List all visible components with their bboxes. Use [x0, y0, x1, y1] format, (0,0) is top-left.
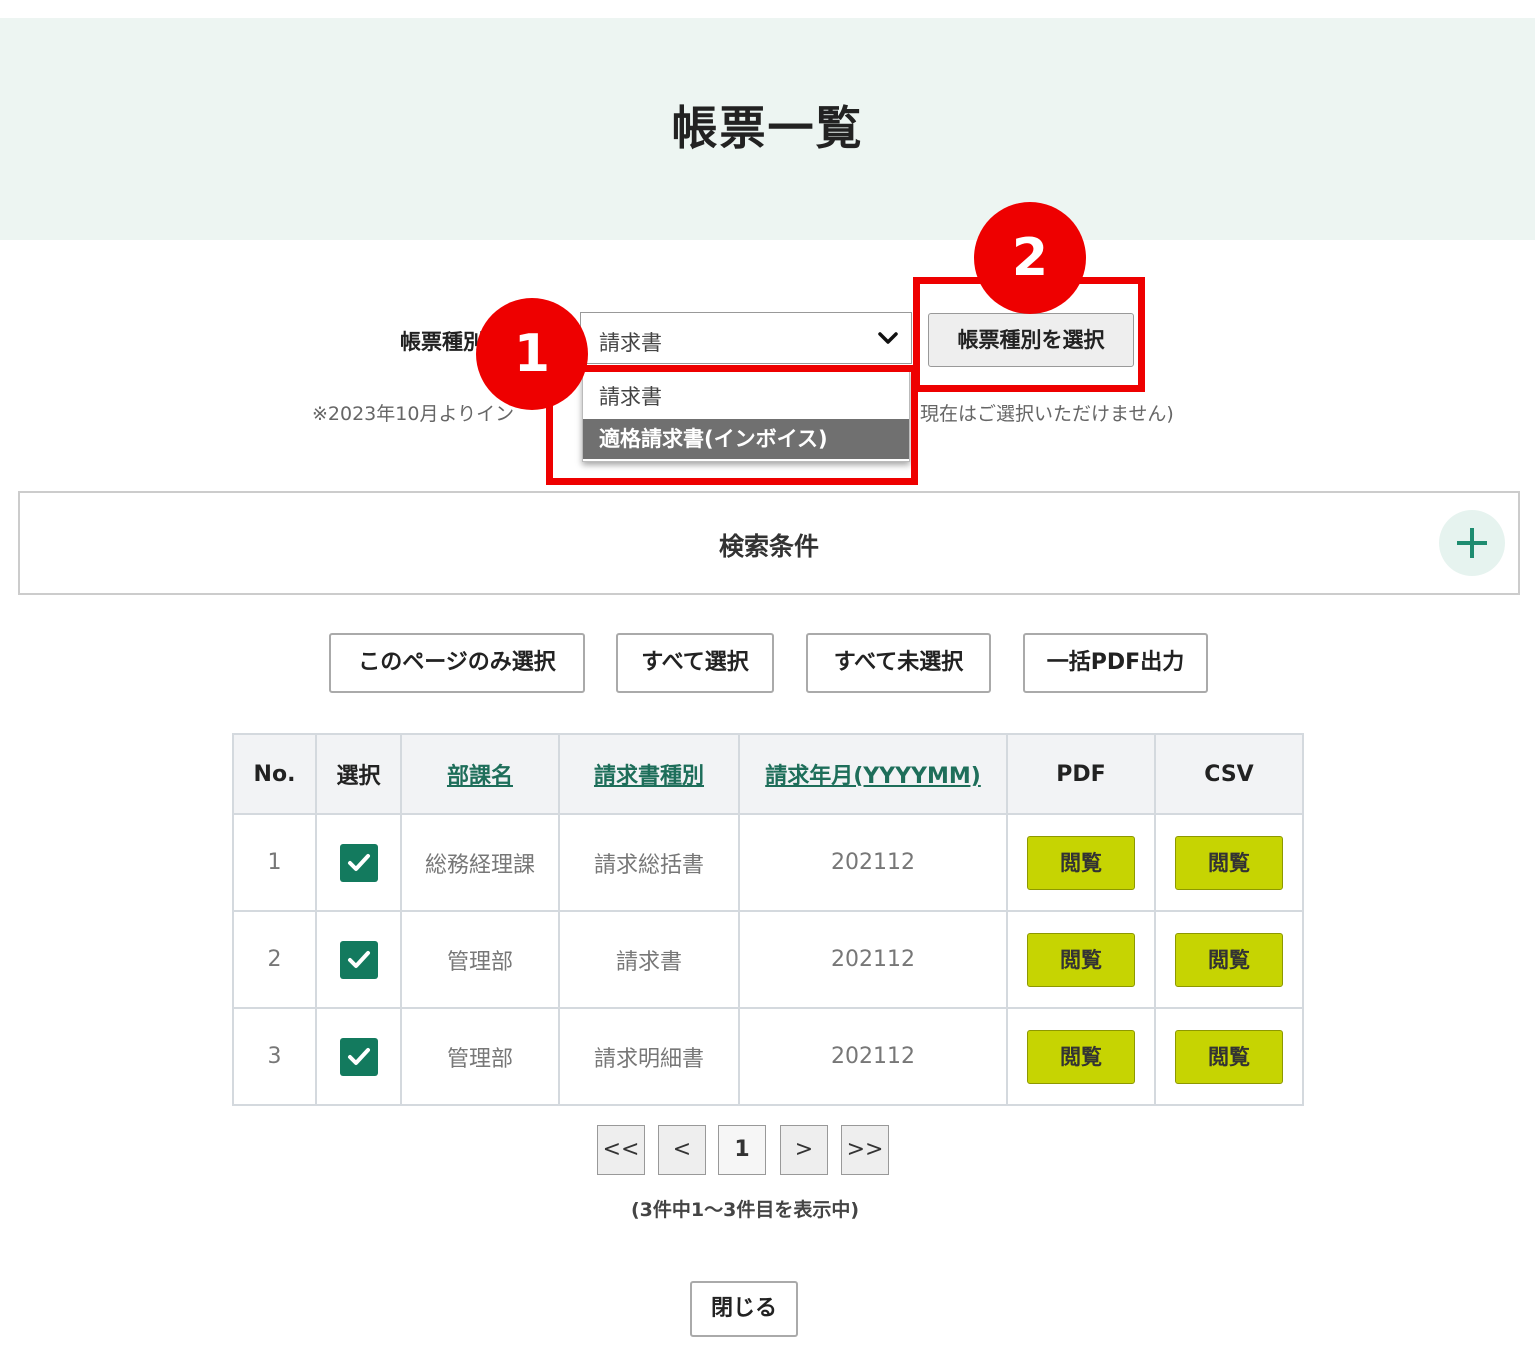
row-month: 202112	[738, 910, 1008, 1009]
csv-view-button[interactable]: 閲覧	[1175, 1029, 1283, 1084]
highlight-box-1	[546, 365, 918, 485]
expand-plus-icon[interactable]	[1439, 510, 1505, 576]
pagination-info: (3件中1〜3件目を表示中)	[630, 1199, 860, 1221]
invoice-table: No. 選択 部課名 請求書種別 請求年月(YYYYMM) PDF CSV 1 …	[232, 733, 1304, 1106]
row-month: 202112	[738, 1007, 1008, 1106]
csv-view-button[interactable]: 閲覧	[1175, 932, 1283, 987]
bulk-pdf-output-button[interactable]: 一括PDF出力	[1023, 633, 1208, 693]
check-icon	[347, 950, 370, 968]
form-type-select[interactable]: 請求書	[580, 312, 912, 364]
csv-view-button[interactable]: 閲覧	[1175, 835, 1283, 890]
col-header-dept-sort[interactable]: 部課名	[400, 733, 560, 815]
row-dept: 管理部	[400, 1007, 560, 1106]
chevron-down-icon	[878, 332, 898, 344]
step-badge-1: 1	[476, 298, 588, 410]
col-header-select: 選択	[315, 733, 402, 815]
table-row: 2 管理部 請求書 202112 閲覧 閲覧	[232, 910, 1304, 1009]
table-row: 3 管理部 請求明細書 202112 閲覧 閲覧	[232, 1007, 1304, 1106]
col-header-type-sort[interactable]: 請求書種別	[558, 733, 740, 815]
select-value: 請求書	[599, 331, 662, 355]
row-type: 請求書	[558, 910, 740, 1009]
form-type-label: 帳票種別	[400, 330, 484, 354]
col-header-month-sort[interactable]: 請求年月(YYYYMM)	[738, 733, 1008, 815]
col-header-pdf: PDF	[1006, 733, 1156, 815]
row-type: 請求明細書	[558, 1007, 740, 1106]
table-row: 1 総務経理課 請求総括書 202112 閲覧 閲覧	[232, 813, 1304, 912]
row-no: 2	[232, 910, 317, 1009]
select-this-page-button[interactable]: このページのみ選択	[329, 633, 585, 693]
row-type: 請求総括書	[558, 813, 740, 912]
check-icon	[347, 853, 370, 871]
pdf-view-button[interactable]: 閲覧	[1027, 1029, 1135, 1084]
pagination-first-button[interactable]: <<	[597, 1125, 645, 1175]
col-header-csv: CSV	[1154, 733, 1304, 815]
check-icon	[347, 1047, 370, 1065]
notice-text: ※2023年10月よりイン	[312, 403, 515, 425]
row-checkbox[interactable]	[339, 843, 378, 882]
row-dept: 総務経理課	[400, 813, 560, 912]
pagination-prev-button[interactable]: <	[658, 1125, 706, 1175]
row-no: 1	[232, 813, 317, 912]
row-checkbox[interactable]	[339, 1037, 378, 1076]
select-all-button[interactable]: すべて選択	[616, 633, 774, 693]
col-header-no: No.	[232, 733, 317, 815]
step-badge-2: 2	[974, 202, 1086, 314]
pdf-view-button[interactable]: 閲覧	[1027, 932, 1135, 987]
search-conditions-panel[interactable]: 検索条件	[18, 491, 1520, 595]
row-no: 3	[232, 1007, 317, 1106]
pagination-current-page[interactable]: 1	[718, 1125, 766, 1175]
deselect-all-button[interactable]: すべて未選択	[806, 633, 991, 693]
pagination-next-button[interactable]: >	[780, 1125, 828, 1175]
page-title: 帳票一覧	[671, 101, 864, 155]
close-button[interactable]: 閉じる	[690, 1281, 798, 1337]
row-month: 202112	[738, 813, 1008, 912]
table-header-row: No. 選択 部課名 請求書種別 請求年月(YYYYMM) PDF CSV	[232, 733, 1304, 815]
row-dept: 管理部	[400, 910, 560, 1009]
search-conditions-title: 検索条件	[718, 532, 819, 561]
pdf-view-button[interactable]: 閲覧	[1027, 835, 1135, 890]
row-checkbox[interactable]	[339, 940, 378, 979]
pagination-last-button[interactable]: >>	[841, 1125, 889, 1175]
notice-text-tail: 現在はご選択いただけません)	[920, 403, 1174, 425]
